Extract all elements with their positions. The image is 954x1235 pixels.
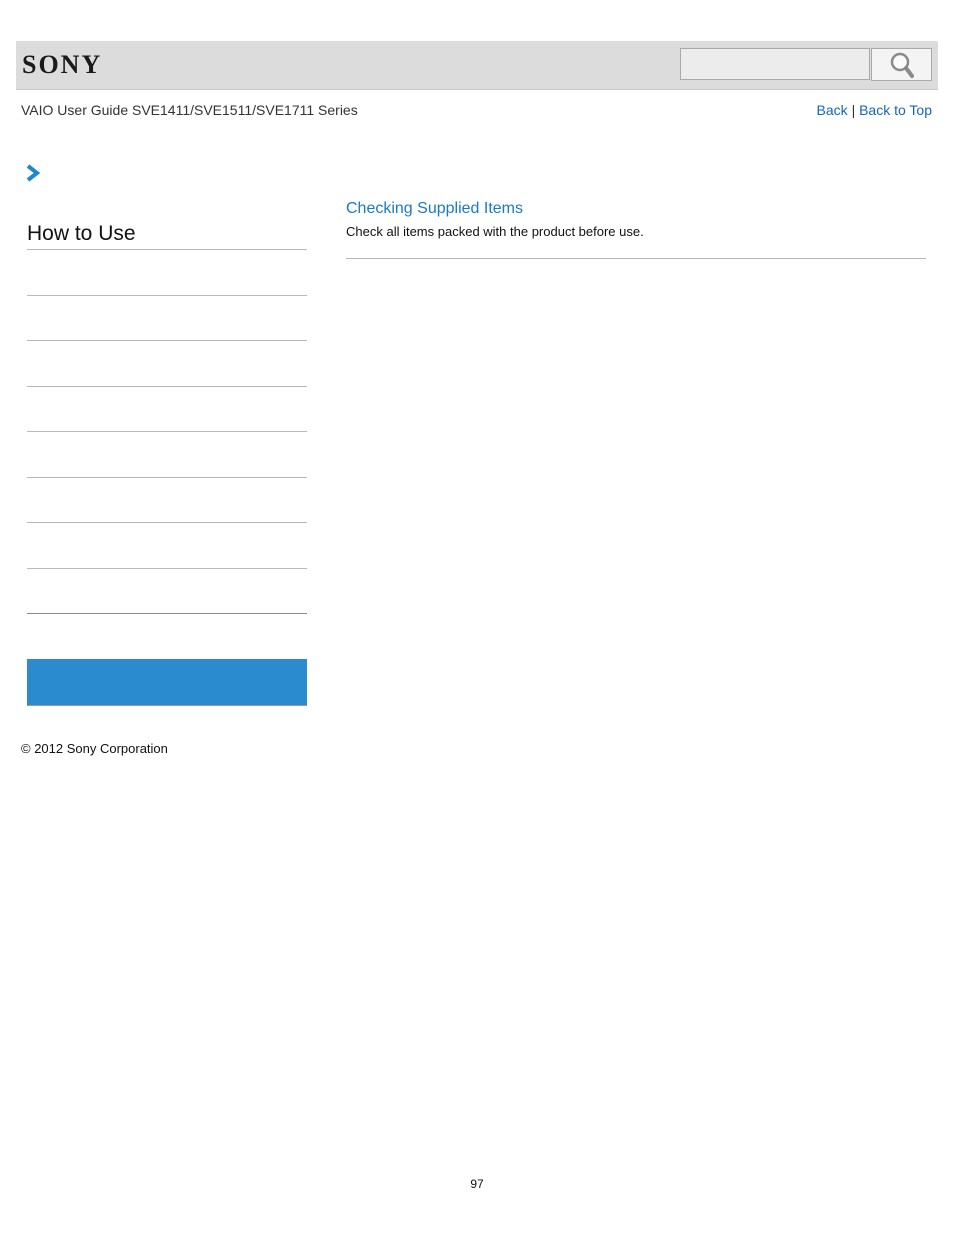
page-number: 97: [470, 1177, 484, 1191]
chevron-right-icon[interactable]: [25, 164, 41, 182]
sidebar-item[interactable]: [27, 569, 307, 613]
guide-title: VAIO User Guide SVE1411/SVE1511/SVE1711 …: [21, 102, 358, 118]
sidebar-item[interactable]: [27, 387, 307, 431]
back-to-top-link[interactable]: Back to Top: [859, 102, 932, 118]
search-icon: [890, 52, 914, 78]
sidebar-item[interactable]: [27, 523, 307, 567]
sidebar-item[interactable]: [27, 478, 307, 522]
sidebar-item[interactable]: [27, 341, 307, 385]
header-bar: SONY: [16, 41, 938, 90]
search-button[interactable]: [871, 48, 932, 81]
topic-description: Check all items packed with the product …: [346, 224, 644, 239]
search-input[interactable]: [680, 48, 870, 80]
copyright: © 2012 Sony Corporation: [21, 741, 168, 756]
link-separator: |: [851, 102, 856, 118]
top-links: Back | Back to Top: [817, 102, 932, 118]
content-divider: [346, 258, 926, 259]
sidebar-item[interactable]: [27, 296, 307, 340]
sidebar-item-active[interactable]: [27, 659, 307, 706]
sidebar-item[interactable]: [27, 250, 307, 294]
sidebar-divider: [27, 613, 307, 614]
checking-supplied-items-link[interactable]: Checking Supplied Items: [346, 200, 523, 218]
back-link[interactable]: Back: [817, 102, 848, 118]
sidebar-item[interactable]: [27, 432, 307, 476]
sony-logo: SONY: [22, 50, 103, 79]
sidebar-title: How to Use: [27, 222, 136, 245]
